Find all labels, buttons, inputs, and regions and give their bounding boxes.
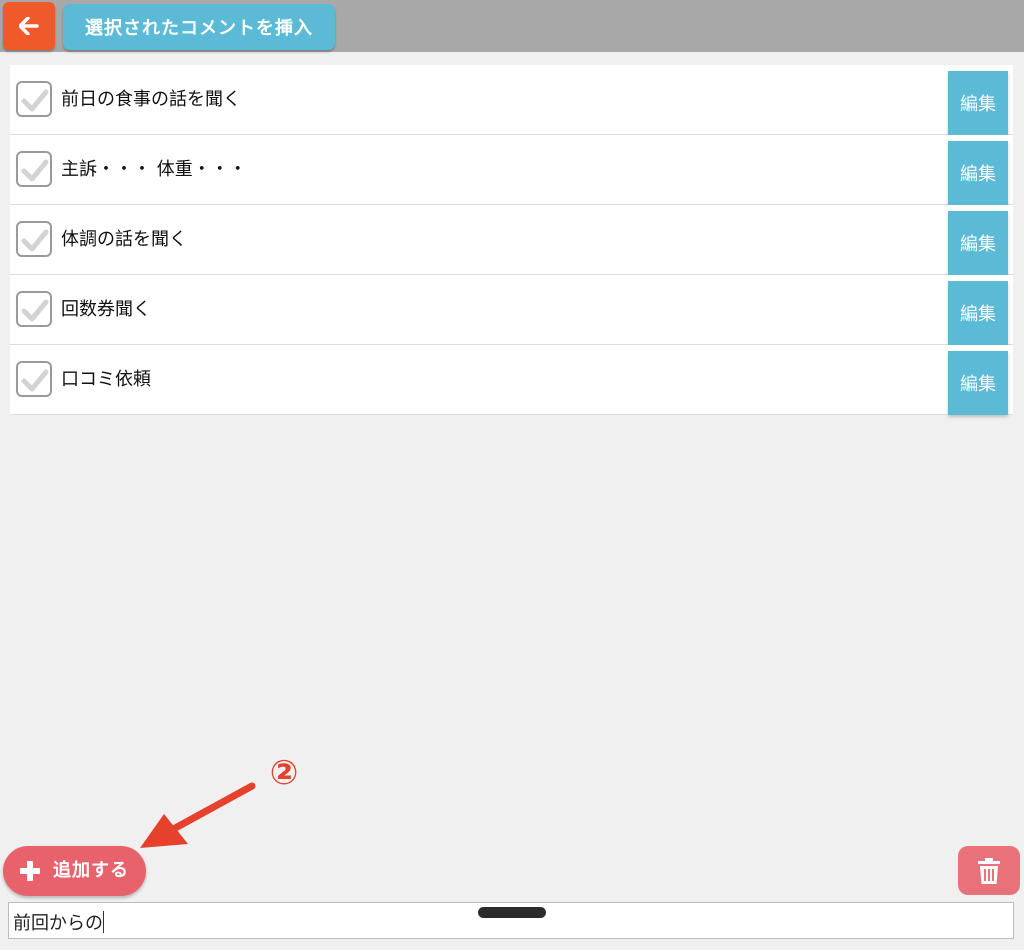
comment-label: 体調の話を聞く: [61, 229, 187, 250]
comment-row: 主訴・・・ 体重・・・ 編集: [10, 135, 1013, 205]
back-button[interactable]: [3, 2, 55, 50]
comment-label: 口コミ依頼: [61, 369, 151, 390]
edit-button[interactable]: 編集: [948, 141, 1008, 205]
check-icon: [21, 299, 49, 322]
delete-button[interactable]: [958, 846, 1020, 895]
comment-input-value: 前回からの: [13, 913, 103, 934]
comment-label: 回数券聞く: [61, 299, 151, 320]
comment-row: 口コミ依頼 編集: [10, 345, 1013, 415]
comment-checkbox[interactable]: [16, 221, 52, 257]
top-bar: 選択されたコメントを挿入: [0, 0, 1024, 52]
comment-label: 主訴・・・ 体重・・・: [61, 159, 247, 180]
annotation-arrow-icon: [140, 782, 256, 848]
check-icon: [21, 369, 49, 392]
trash-icon: [978, 857, 1000, 884]
check-icon: [21, 229, 49, 252]
arrow-left-icon: [19, 17, 39, 35]
comment-checkbox[interactable]: [16, 291, 52, 327]
comment-checkbox[interactable]: [16, 151, 52, 187]
comment-label: 前日の食事の話を聞く: [61, 89, 241, 110]
comment-row: 体調の話を聞く 編集: [10, 205, 1013, 275]
plus-icon: [20, 861, 40, 881]
comment-list: 前日の食事の話を聞く 編集 主訴・・・ 体重・・・ 編集 体調の話を聞く 編集 …: [10, 65, 1013, 415]
add-comment-button[interactable]: 追加する: [3, 846, 146, 896]
comment-row: 前日の食事の話を聞く 編集: [10, 65, 1013, 135]
comment-checkbox[interactable]: [16, 361, 52, 397]
check-icon: [21, 89, 49, 112]
comment-checkbox[interactable]: [16, 81, 52, 117]
edit-button[interactable]: 編集: [948, 351, 1008, 415]
edit-button[interactable]: 編集: [948, 71, 1008, 135]
edit-button[interactable]: 編集: [948, 211, 1008, 275]
home-indicator[interactable]: [478, 907, 546, 918]
text-caret: [103, 911, 104, 933]
check-icon: [21, 159, 49, 182]
edit-button[interactable]: 編集: [948, 281, 1008, 345]
add-comment-label: 追加する: [53, 860, 129, 881]
insert-selected-comments-button[interactable]: 選択されたコメントを挿入: [63, 4, 335, 50]
comment-row: 回数券聞く 編集: [10, 275, 1013, 345]
annotation-number: ②: [269, 753, 299, 793]
comment-picker-screen: 選択されたコメントを挿入 前日の食事の話を聞く 編集 主訴・・・ 体重・・・ 編…: [0, 0, 1024, 950]
